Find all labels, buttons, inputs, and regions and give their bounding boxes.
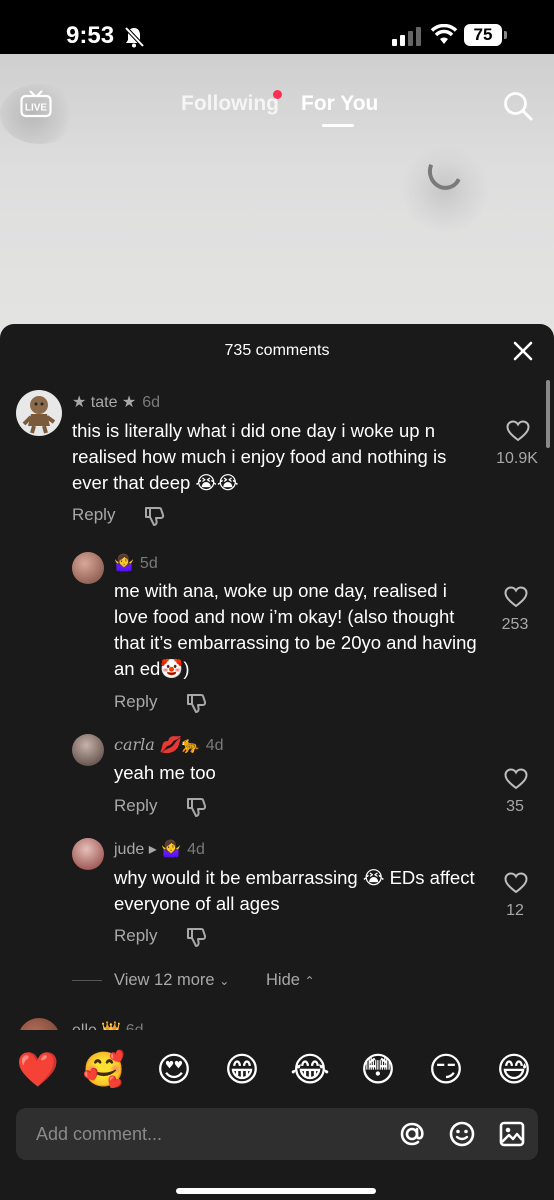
quick-emoji-joy[interactable]: 😂: [288, 1050, 332, 1090]
comment-age: 6d: [142, 394, 161, 411]
quick-emoji-sweat-smile[interactable]: 😅: [492, 1050, 536, 1090]
thread-divider: [72, 980, 102, 981]
dislike-icon[interactable]: [143, 505, 165, 532]
heart-icon[interactable]: [506, 420, 530, 447]
comment-compose-bar: ❤️ 🥰 😍 😁 😂 😳 😏 😅: [0, 1030, 554, 1200]
quick-emoji-heart-eyes[interactable]: 😍: [152, 1050, 196, 1090]
avatar[interactable]: [72, 552, 104, 584]
like-count: 35: [506, 798, 524, 815]
status-time: 9:53: [66, 22, 115, 49]
comment-text: yeah me too: [114, 762, 216, 783]
chevron-down-icon: ⌄: [219, 974, 230, 988]
hide-label: Hide: [266, 971, 300, 989]
heart-icon[interactable]: [504, 872, 528, 899]
video-player[interactable]: LIVE Following For You: [0, 54, 554, 344]
comment-text: this is literally what i did one day i w…: [72, 420, 447, 493]
quick-emoji-heart[interactable]: ❤️: [16, 1050, 60, 1090]
comments-count-title: 735 comments: [224, 342, 330, 359]
dislike-icon[interactable]: [185, 796, 207, 823]
scrollbar[interactable]: [546, 380, 550, 448]
cellular-signal-icon: [392, 26, 422, 51]
view-more-label: View 12 more: [114, 971, 215, 989]
dislike-icon[interactable]: [185, 692, 207, 719]
comment-text: why would it be embarrassing 😭 EDs affec…: [114, 867, 475, 914]
quick-emoji-smirk[interactable]: 😏: [424, 1050, 468, 1090]
username-text: ★ tate ★: [72, 394, 137, 411]
avatar[interactable]: [72, 734, 104, 766]
live-button[interactable]: LIVE: [20, 90, 52, 118]
avatar[interactable]: [72, 838, 104, 870]
wifi-icon: [430, 23, 458, 51]
comment-text: me with ana, woke up one day, realised i…: [114, 580, 477, 679]
sackboy-avatar-image: [22, 396, 56, 434]
like-count: 253: [501, 616, 529, 633]
reply-button[interactable]: Reply: [114, 926, 157, 946]
view-more-replies-button[interactable]: View 12 more ⌄: [114, 971, 229, 990]
battery-tip: [504, 31, 507, 39]
like-count: 10.9K: [496, 450, 538, 467]
username-text: carla 💋🐆: [114, 735, 200, 754]
status-bar: 9:53 75: [0, 0, 554, 54]
comments-sheet: 735 comments ★ tate ★ 6d this is literall…: [0, 324, 554, 1200]
reply-button[interactable]: Reply: [114, 692, 157, 712]
image-upload-icon[interactable]: [498, 1120, 526, 1153]
quick-emoji-smiling-hearts[interactable]: 🥰: [82, 1050, 126, 1090]
heart-icon[interactable]: [504, 768, 528, 795]
dislike-icon[interactable]: [185, 926, 207, 953]
following-notification-dot: [273, 90, 282, 99]
comment-username[interactable]: carla 💋🐆 4d: [114, 735, 224, 755]
like-count: 12: [506, 902, 524, 919]
live-label: LIVE: [25, 103, 48, 114]
username-text: jude ▸ 🤷‍♀️: [114, 841, 182, 858]
tab-for-you[interactable]: For You: [301, 92, 378, 116]
comment-input-box: [16, 1108, 538, 1160]
username-text: 🤷‍♀️: [114, 555, 134, 572]
chevron-up-icon: ⌃: [304, 974, 315, 988]
search-icon[interactable]: [502, 90, 534, 127]
comment-age: 5d: [139, 555, 158, 572]
battery-indicator: 75: [464, 24, 502, 46]
quick-emoji-grin[interactable]: 😁: [220, 1050, 264, 1090]
comment-username[interactable]: jude ▸ 🤷‍♀️ 4d: [114, 839, 205, 859]
active-tab-indicator: [322, 124, 354, 127]
comment-username[interactable]: ★ tate ★ 6d: [72, 392, 160, 412]
avatar[interactable]: [16, 390, 62, 436]
home-indicator[interactable]: [176, 1188, 376, 1194]
emoji-picker-icon[interactable]: [448, 1120, 476, 1153]
comment-age: 4d: [187, 841, 205, 858]
heart-icon[interactable]: [504, 586, 528, 613]
comment-age: 4d: [205, 737, 224, 754]
reply-button[interactable]: Reply: [114, 796, 157, 816]
comment-username[interactable]: 🤷‍♀️ 5d: [114, 553, 158, 573]
tab-following[interactable]: Following: [181, 92, 279, 116]
bell-muted-icon: [124, 26, 145, 53]
add-comment-input[interactable]: [36, 1108, 386, 1160]
mention-icon[interactable]: [398, 1120, 426, 1153]
quick-emoji-flushed[interactable]: 😳: [356, 1050, 400, 1090]
close-icon[interactable]: [513, 341, 533, 366]
hide-replies-button[interactable]: Hide ⌃: [266, 971, 315, 990]
live-tv-icon: LIVE: [20, 90, 52, 118]
reply-button[interactable]: Reply: [72, 505, 115, 525]
